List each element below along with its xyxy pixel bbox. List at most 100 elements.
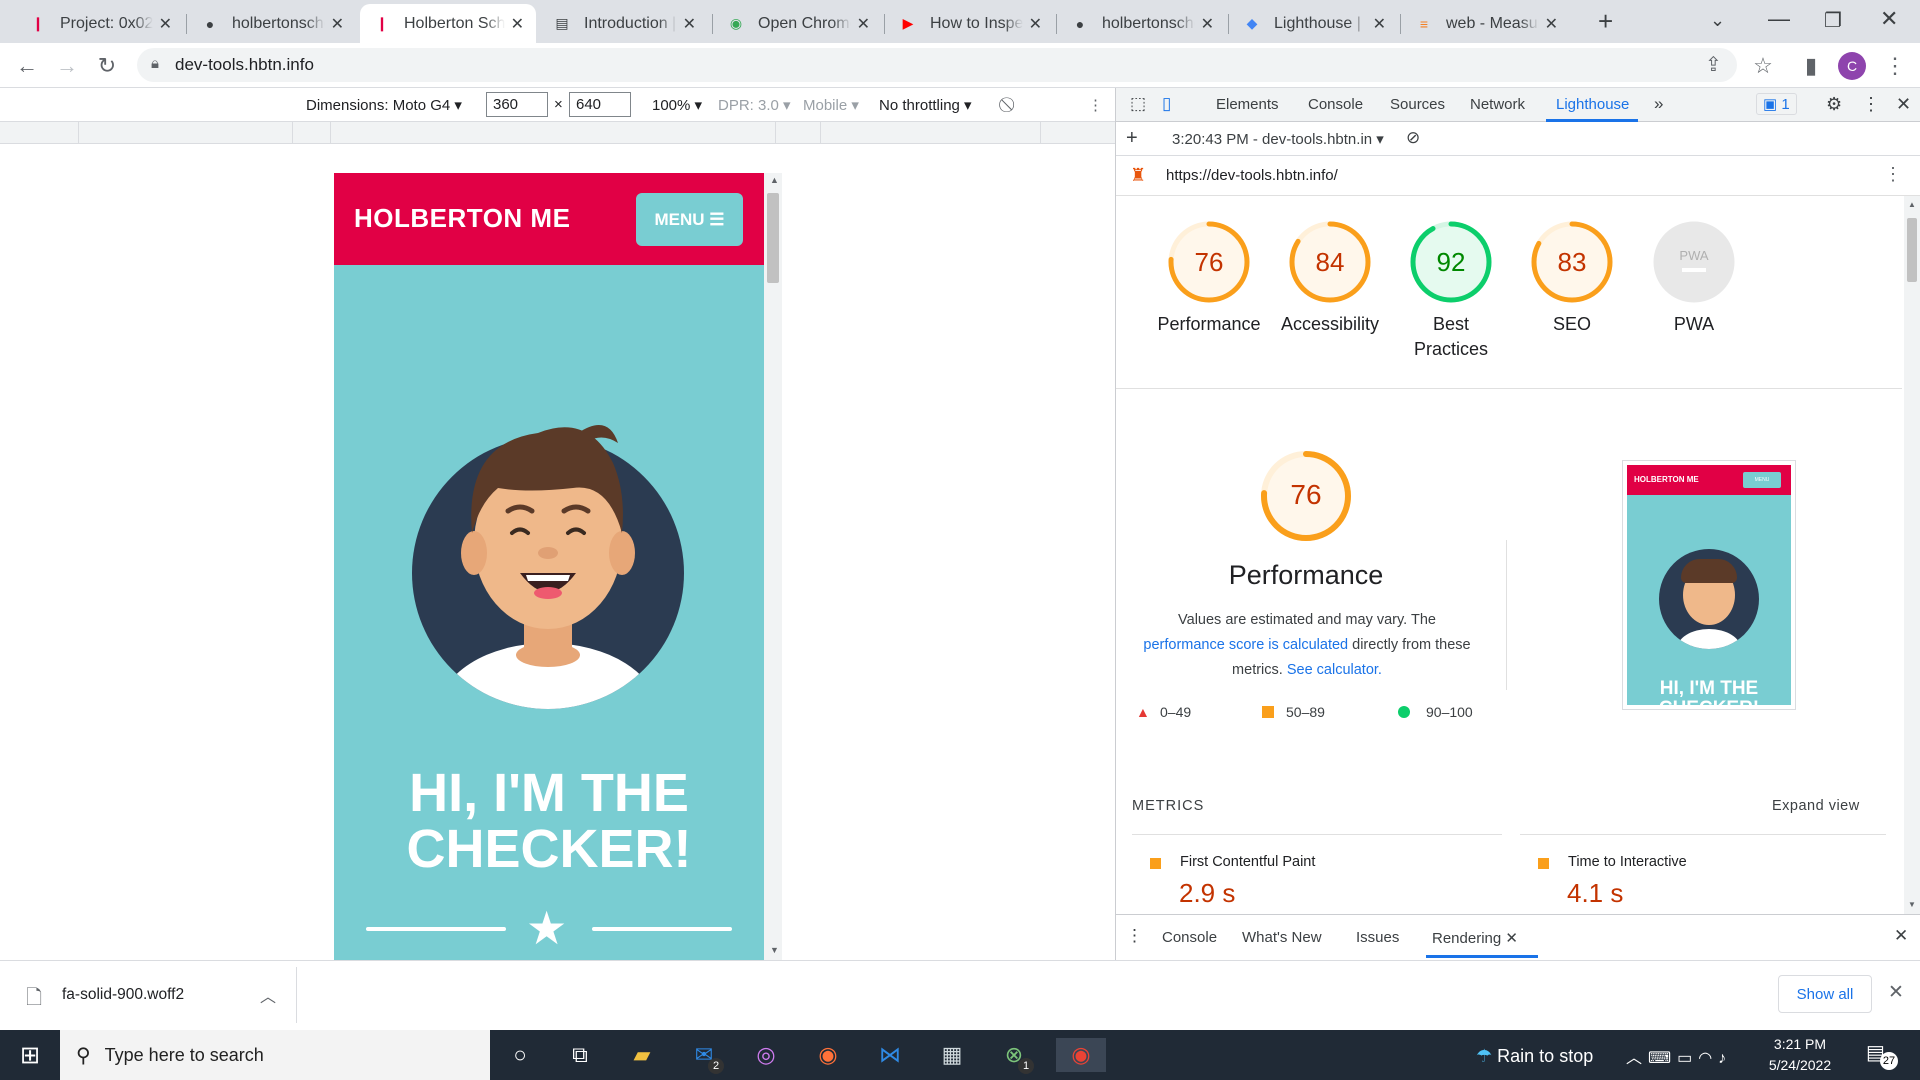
github-icon: ● [205,15,215,32]
drawer-close-icon[interactable]: ✕ [1894,926,1908,946]
vscode-icon[interactable]: ⋈ [870,1038,910,1072]
browser-tab[interactable]: ◉ Open Chrome ✕ [714,4,882,43]
close-download-shelf-icon[interactable]: ✕ [1888,981,1904,1004]
tab-network[interactable]: Network [1470,96,1525,113]
share-icon[interactable]: ⇪ [1705,52,1722,77]
notification-center-icon[interactable]: ▤ 27 [1866,1040,1898,1070]
browser-tab[interactable]: ● holbertonschool ✕ [1058,4,1226,43]
close-icon[interactable]: ✕ [857,14,870,34]
issues-badge[interactable]: ▣ 1 [1756,93,1797,115]
report-url[interactable]: https://dev-tools.hbtn.info/ [1166,167,1338,184]
side-panel-icon[interactable]: ▮ [1796,51,1826,81]
close-icon[interactable]: ✕ [511,14,524,34]
close-icon[interactable]: ✕ [331,14,344,34]
show-all-button[interactable]: Show all [1778,975,1872,1013]
tab-search-icon[interactable]: ⌄ [1710,10,1725,31]
devtools-close-icon[interactable]: ✕ [1896,94,1911,115]
devtools-menu-icon[interactable]: ⋮ [1862,94,1880,115]
height-input[interactable]: 640 [569,92,631,117]
tab-title: Project: 0x02. [60,14,153,32]
browser-tab[interactable]: ≡ web - Measure ✕ [1402,4,1570,43]
device-toggle-icon[interactable]: ▯ [1162,94,1171,114]
cortana-icon[interactable]: ○ [500,1038,540,1072]
minimize-button[interactable]: — [1768,6,1790,32]
clear-reports-icon[interactable]: ⊘ [1406,128,1420,148]
weather-widget[interactable]: ☂ Rain to stop [1476,1046,1593,1067]
browser-tab[interactable]: ▤ Introduction | ✕ [540,4,708,43]
drawer-tab-whats-new[interactable]: What's New [1242,929,1322,946]
new-tab-button[interactable]: + [1598,6,1613,37]
chevron-up-icon[interactable]: ︿ [260,983,276,1007]
address-bar[interactable]: 🔒︎ dev-tools.hbtn.info ⇪ [137,48,1737,82]
zoom-select[interactable]: 100% ▾ [652,96,702,114]
score-gauge-pwa[interactable]: PWA PWA [1634,220,1754,337]
report-select[interactable]: 3:20:43 PM - dev-tools.hbtn.in ▾ [1172,130,1384,148]
close-icon[interactable]: ✕ [1373,14,1386,34]
score-gauge-best[interactable]: 92 Best Practices [1391,220,1511,362]
calculator-icon[interactable]: ▦ [932,1038,972,1072]
site-brand[interactable]: HOLBERTON ME [354,203,570,234]
download-filename: fa-solid-900.woff2 [62,986,185,1003]
taskbar-search[interactable]: ⚲ Type here to search [60,1030,490,1080]
download-item[interactable]: 🗋︎ fa-solid-900.woff2 ︿ [16,973,294,1017]
menu-button[interactable]: MENU ☰ [636,193,743,246]
browser-tab[interactable]: ▶ How to Inspect ✕ [886,4,1054,43]
browser-tab[interactable]: ● holbertonschool ✕ [188,4,356,43]
report-scrollbar[interactable]: ▲ ▼ [1904,196,1920,914]
browser-tab[interactable]: ◆ Lighthouse | ✕ [1230,4,1398,43]
more-tabs-icon[interactable]: » [1654,94,1663,114]
restore-button[interactable]: ❐ [1824,8,1842,33]
report-menu-icon[interactable]: ⋮ [1884,164,1902,185]
dimensions-select[interactable]: Dimensions: Moto G4 ▾ [306,96,462,114]
window-close-button[interactable]: ✕ [1880,6,1898,32]
dpr-select[interactable]: DPR: 3.0 ▾ [718,96,791,114]
bookmark-star-icon[interactable]: ☆ [1748,51,1778,81]
close-icon[interactable]: ✕ [1029,14,1042,34]
tab-elements[interactable]: Elements [1216,96,1279,113]
tab-console[interactable]: Console [1308,96,1363,113]
see-calculator-link[interactable]: See calculator. [1287,662,1382,678]
close-icon[interactable]: ✕ [159,14,172,34]
page-scrollbar[interactable]: ▲ ▼ [764,173,782,960]
close-icon[interactable]: ✕ [1505,930,1518,947]
drawer-menu-icon[interactable]: ⋮ [1126,926,1143,946]
more-options-icon[interactable]: ⋮ [1088,96,1103,114]
chrome-taskbar-icon[interactable]: ◉ [1056,1038,1106,1072]
tab-sources[interactable]: Sources [1390,96,1445,113]
tab-lighthouse[interactable]: Lighthouse [1556,96,1629,113]
chrome-menu-icon[interactable]: ⋮ [1880,51,1910,81]
file-explorer-icon[interactable]: ▰ [622,1038,662,1072]
mode-select[interactable]: Mobile ▾ [803,96,859,114]
xbox-icon[interactable]: ⊗ 1 [994,1038,1034,1074]
reload-button[interactable]: ↻ [92,51,122,81]
inspect-element-icon[interactable]: ⬚ [1130,94,1146,114]
task-view-icon[interactable]: ⧉ [560,1038,600,1072]
windows-start-icon[interactable]: ⊞ [10,1038,50,1072]
score-calculated-link[interactable]: performance score is calculated [1143,637,1348,653]
score-gauge-seo[interactable]: 83 SEO [1512,220,1632,337]
firefox-icon[interactable]: ◉ [808,1038,848,1072]
width-input[interactable]: 360 [486,92,548,117]
forward-button[interactable]: → [52,51,82,81]
drawer-tab-console[interactable]: Console [1162,929,1217,946]
expand-view-toggle[interactable]: Expand view [1772,798,1860,814]
drawer-tab-rendering[interactable]: Rendering ✕ [1432,929,1518,947]
clock[interactable]: 3:21 PM 5/24/2022 [1760,1034,1840,1076]
final-screenshot-thumbnail[interactable]: HOLBERTON ME MENU HI, I'M THE CHECKER! [1622,460,1796,710]
close-icon[interactable]: ✕ [1201,14,1214,34]
score-gauge-performance[interactable]: 76 Performance [1149,220,1269,337]
close-icon[interactable]: ✕ [683,14,696,34]
camera-app-icon[interactable]: ◎ [746,1038,786,1072]
browser-tab-active[interactable]: ❙ Holberton School ✕ [360,4,536,43]
browser-tab[interactable]: ❙ Project: 0x02. ✕ [16,4,184,43]
score-gauge-accessibility[interactable]: 84 Accessibility [1270,220,1390,337]
system-tray-icons[interactable]: ︿⌨▭◠♪ [1626,1044,1732,1068]
profile-avatar[interactable]: C [1838,52,1866,80]
new-report-icon[interactable]: + [1126,127,1138,150]
settings-gear-icon[interactable]: ⚙ [1826,94,1842,115]
drawer-tab-issues[interactable]: Issues [1356,929,1399,946]
close-icon[interactable]: ✕ [1545,14,1558,34]
back-button[interactable]: ← [12,51,42,81]
throttling-select[interactable]: No throttling ▾ [879,96,972,114]
mail-icon[interactable]: ✉ 2 [684,1038,724,1074]
